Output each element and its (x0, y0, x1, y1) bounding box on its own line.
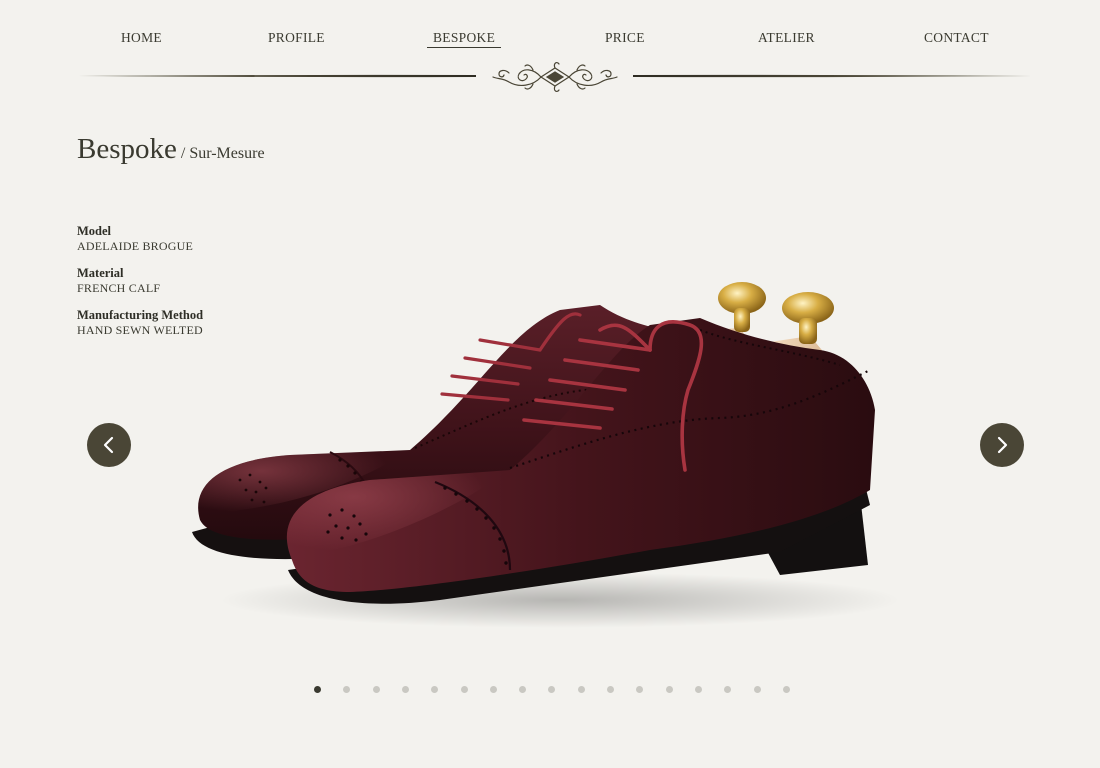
carousel-dot[interactable] (372, 686, 380, 693)
carousel-dot[interactable] (401, 686, 409, 693)
carousel-next-button[interactable] (980, 423, 1024, 467)
nav-atelier[interactable]: ATELIER (758, 30, 815, 46)
carousel-prev-button[interactable] (87, 423, 131, 467)
carousel-dot[interactable] (460, 686, 468, 693)
nav-home[interactable]: HOME (121, 30, 162, 46)
carousel-dot[interactable] (782, 686, 790, 693)
carousel-dot[interactable] (343, 686, 351, 693)
nav-profile[interactable]: PROFILE (268, 30, 325, 46)
nav-contact[interactable]: CONTACT (924, 30, 989, 46)
carousel-dot[interactable] (577, 686, 585, 693)
chevron-right-icon (997, 436, 1008, 454)
page-title-main: Bespoke (77, 133, 177, 165)
carousel-dot[interactable] (753, 686, 761, 693)
spec-label: Model (77, 224, 112, 238)
page-title: Bespoke / Sur-Mesure (77, 133, 265, 166)
carousel-dot[interactable] (724, 686, 732, 693)
nav-divider-right (633, 74, 1032, 78)
page-title-sub: / Sur-Mesure (180, 145, 265, 162)
carousel-dot[interactable] (665, 686, 673, 693)
product-image-shoes (192, 282, 900, 628)
spec-model: Model ADELAIDE BROGUE (77, 224, 203, 254)
nav-price[interactable]: PRICE (605, 30, 645, 46)
chevron-left-icon (103, 436, 114, 454)
nav-bespoke[interactable]: BESPOKE (427, 30, 502, 48)
carousel-dot[interactable] (519, 686, 527, 693)
carousel-dot[interactable] (548, 686, 556, 693)
carousel-dot[interactable] (314, 686, 321, 693)
ornament-flourish-icon (492, 62, 618, 92)
nav-divider-left (78, 74, 476, 78)
carousel-dot[interactable] (636, 686, 644, 693)
carousel-dot[interactable] (489, 686, 497, 693)
carousel-dot[interactable] (694, 686, 702, 693)
spec-value: ADELAIDE BROGUE (77, 239, 193, 253)
carousel-dot[interactable] (607, 686, 614, 693)
carousel-dot[interactable] (431, 686, 439, 693)
main-nav: HOME PROFILE BESPOKE PRICE ATELIER CONTA… (78, 30, 1032, 50)
